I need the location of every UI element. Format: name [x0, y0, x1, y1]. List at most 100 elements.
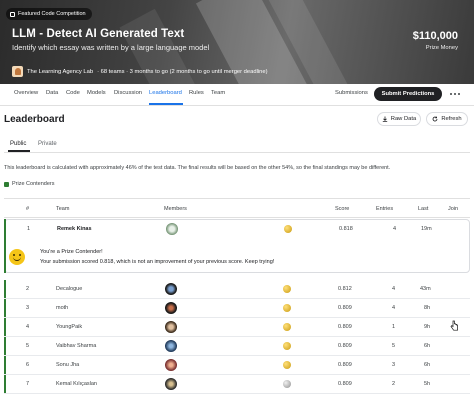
tab-team[interactable]: Team — [211, 90, 225, 96]
refresh-button[interactable]: Refresh — [426, 112, 468, 126]
rank-cell: 2 — [26, 286, 30, 292]
last-cell: 6h — [424, 362, 431, 368]
competition-icon — [10, 11, 15, 17]
gold-medal-icon — [283, 285, 291, 293]
prize-contender-marker — [4, 375, 6, 393]
gold-medal-icon — [284, 225, 292, 233]
host-logo-icon[interactable] — [12, 66, 23, 77]
rank-cell: 4 — [26, 324, 30, 330]
competition-meta: · 68 teams · 3 months to go (2 months to… — [97, 68, 268, 75]
prize-contenders-legend: Prize Contenders — [4, 181, 55, 187]
entries-cell: 1 — [392, 324, 396, 330]
table-row[interactable]: 7 Kemal Kılıçaslan 0.809 2 5h — [4, 375, 470, 394]
submissions-link[interactable]: Submissions — [335, 90, 368, 96]
tab-overview[interactable]: Overview — [14, 90, 38, 96]
divider — [4, 151, 470, 153]
avatar[interactable] — [165, 359, 177, 371]
table-row[interactable]: 3 moth 0.809 4 8h — [4, 299, 470, 318]
tab-leaderboard[interactable]: Leaderboard — [149, 90, 182, 96]
entries-cell: 4 — [392, 286, 396, 292]
prize-contender-marker — [4, 337, 6, 355]
column-score: Score — [335, 206, 350, 212]
column-members: Members — [164, 206, 187, 212]
table-row[interactable]: 2 Decalogue 0.812 4 43m — [4, 280, 470, 299]
rank-cell: 1 — [27, 226, 31, 232]
competition-title: LLM - Detect AI Generated Text — [12, 28, 185, 40]
entries-cell: 4 — [393, 226, 397, 232]
rank-cell: 7 — [26, 381, 30, 387]
tab-private[interactable]: Private — [38, 141, 57, 147]
avatar[interactable] — [165, 378, 177, 390]
more-options-icon[interactable] — [450, 90, 460, 98]
legend-swatch — [4, 181, 9, 187]
host-name[interactable]: The Learning Agency Lab — [27, 69, 93, 75]
refresh-icon — [432, 116, 438, 122]
prize-contender-marker — [4, 299, 6, 317]
prize-label: Prize Money — [425, 45, 458, 51]
competition-type-badge: Featured Code Competition — [6, 8, 92, 20]
gold-medal-icon — [283, 342, 291, 350]
team-name[interactable]: Sonu Jha — [56, 362, 79, 368]
entries-cell: 4 — [392, 305, 396, 311]
smiley-icon — [9, 249, 25, 265]
prize-contender-marker — [4, 318, 6, 336]
tab-discussion[interactable]: Discussion — [114, 90, 142, 96]
silver-medal-icon — [283, 380, 291, 388]
refresh-label: Refresh — [441, 116, 462, 122]
badge-label: Featured Code Competition — [18, 11, 86, 17]
prize-contender-marker — [4, 219, 6, 273]
tab-public[interactable]: Public — [10, 141, 26, 147]
raw-data-button[interactable]: Raw Data — [377, 112, 421, 126]
column-join: Join — [448, 206, 459, 212]
team-name[interactable]: YoungPaik — [56, 324, 82, 330]
team-name[interactable]: Vaibhav Sharma — [56, 343, 96, 349]
score-cell: 0.809 — [338, 324, 352, 330]
last-cell: 5h — [424, 381, 431, 387]
download-icon — [382, 116, 387, 122]
last-cell: 6h — [424, 343, 431, 349]
score-cell: 0.809 — [338, 362, 352, 368]
pointer-cursor-icon — [450, 320, 458, 331]
tab-data[interactable]: Data — [46, 90, 58, 96]
avatar[interactable] — [166, 223, 178, 235]
team-name[interactable]: moth — [56, 305, 68, 311]
gold-medal-icon — [283, 304, 291, 312]
column-entries: Entries — [376, 206, 394, 212]
score-cell: 0.818 — [339, 226, 353, 232]
tab-models[interactable]: Models — [87, 90, 106, 96]
tab-rules[interactable]: Rules — [189, 90, 204, 96]
prize-contender-marker — [4, 356, 6, 374]
entries-cell: 3 — [392, 362, 396, 368]
table-header: # Team Members Score Entries Last Join — [4, 198, 470, 218]
table-row[interactable]: 4 YoungPaik 0.809 1 9h — [4, 318, 470, 337]
rank-cell: 6 — [26, 362, 30, 368]
rank-cell: 3 — [26, 305, 30, 311]
leaderboard-notice: This leaderboard is calculated with appr… — [4, 165, 391, 171]
avatar[interactable] — [165, 302, 177, 314]
avatar[interactable] — [165, 321, 177, 333]
table-row[interactable]: 6 Sonu Jha 0.809 3 6h — [4, 356, 470, 375]
submit-predictions-button[interactable]: Submit Predictions — [374, 87, 442, 101]
avatar[interactable] — [165, 340, 177, 352]
table-row[interactable]: 5 Vaibhav Sharma 0.809 5 6h — [4, 337, 470, 356]
score-cell: 0.809 — [338, 343, 352, 349]
contender-message: Your submission scored 0.818, which is n… — [40, 259, 275, 265]
page-title: Leaderboard — [4, 114, 65, 125]
column-team: Team — [56, 206, 70, 212]
team-name[interactable]: Decalogue — [56, 286, 82, 292]
legend-label: Prize Contenders — [12, 181, 55, 187]
tab-code[interactable]: Code — [66, 90, 80, 96]
avatar[interactable] — [165, 283, 177, 295]
competition-banner: Featured Code Competition LLM - Detect A… — [0, 0, 474, 84]
last-cell: 8h — [424, 305, 431, 311]
team-name[interactable]: Remek Kinas — [57, 226, 92, 232]
score-cell: 0.809 — [338, 305, 352, 311]
column-last: Last — [418, 206, 429, 212]
last-cell: 43m — [420, 286, 431, 292]
prize-amount: $110,000 — [412, 30, 458, 42]
score-cell: 0.809 — [338, 381, 352, 387]
team-name[interactable]: Kemal Kılıçaslan — [56, 381, 97, 387]
raw-data-label: Raw Data — [390, 116, 417, 122]
contender-title: You're a Prize Contender! — [40, 249, 103, 255]
gold-medal-icon — [283, 323, 291, 331]
